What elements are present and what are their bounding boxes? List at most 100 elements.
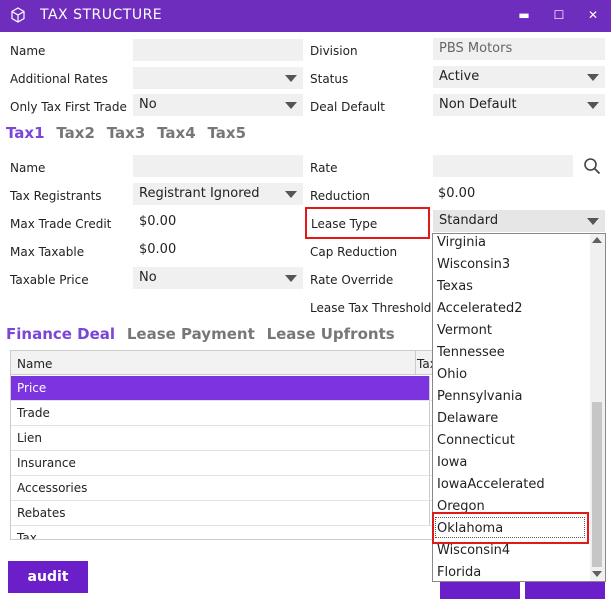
tax-name-label: Name xyxy=(10,161,46,175)
dropdown-option[interactable]: Tennessee xyxy=(437,345,505,360)
chevron-down-icon xyxy=(587,102,599,109)
rate-label: Rate xyxy=(310,161,338,175)
dropdown-option[interactable]: Connecticut xyxy=(437,433,515,448)
dropdown-option[interactable]: Accelerated2 xyxy=(437,301,523,316)
deal-default-label: Deal Default xyxy=(310,100,385,114)
division-value: PBS Motors xyxy=(439,41,513,56)
tax-tabs: Tax1 Tax2 Tax3 Tax4 Tax5 xyxy=(6,124,246,142)
dropdown-option[interactable]: Pennsylvania xyxy=(437,389,522,404)
chevron-down-icon xyxy=(587,74,599,81)
taxable-price-value: No xyxy=(139,270,157,285)
app-cube-icon xyxy=(10,7,26,26)
lease-type-select[interactable]: Standard xyxy=(433,210,605,232)
name-label: Name xyxy=(10,44,46,58)
scroll-down-icon[interactable] xyxy=(592,571,602,577)
tab-finance-deal[interactable]: Finance Deal xyxy=(6,325,115,343)
deal-default-select[interactable]: Non Default xyxy=(433,94,605,116)
tab-lease-payment[interactable]: Lease Payment xyxy=(127,325,255,343)
division-label: Division xyxy=(310,44,358,58)
tab-tax5[interactable]: Tax5 xyxy=(208,124,247,142)
tab-tax3[interactable]: Tax3 xyxy=(107,124,146,142)
table-row[interactable]: Price xyxy=(11,376,439,401)
tab-lease-upfronts[interactable]: Lease Upfronts xyxy=(267,325,395,343)
scroll-up-icon[interactable] xyxy=(592,237,602,243)
row-name: Tax xyxy=(17,531,37,540)
tab-tax1[interactable]: Tax1 xyxy=(6,124,45,142)
chevron-down-icon xyxy=(285,75,297,82)
search-icon[interactable] xyxy=(583,157,601,178)
chevron-down-icon xyxy=(285,275,297,282)
dropdown-option[interactable]: Iowa xyxy=(437,455,467,470)
dropdown-option[interactable]: Wisconsin3 xyxy=(437,257,510,272)
chevron-down-icon xyxy=(587,218,599,225)
row-name: Rebates xyxy=(17,506,66,520)
max-taxable-label: Max Taxable xyxy=(10,245,85,259)
chevron-down-icon xyxy=(285,191,297,198)
close-button[interactable]: ✕ xyxy=(585,6,601,24)
table-row[interactable]: Accessories xyxy=(11,476,439,501)
reduction-value[interactable]: $0.00 xyxy=(438,186,475,201)
dropdown-option[interactable]: Delaware xyxy=(437,411,498,426)
cap-reduction-label: Cap Reduction xyxy=(310,245,398,259)
max-trade-credit-label: Max Trade Credit xyxy=(10,217,112,231)
table-row[interactable]: Trade xyxy=(11,401,439,426)
deal-default-value: Non Default xyxy=(439,97,517,112)
reduction-label: Reduction xyxy=(310,189,370,203)
column-divider xyxy=(415,351,416,375)
dropdown-option[interactable]: Ohio xyxy=(437,367,467,382)
rate-field[interactable] xyxy=(433,155,573,177)
only-first-trade-label: Only Tax First Trade xyxy=(10,100,127,114)
status-label: Status xyxy=(310,72,349,86)
row-name: Trade xyxy=(17,406,50,420)
title-bar: TAX STRUCTURE ▬ ☐ ✕ xyxy=(0,0,611,32)
footer-button[interactable] xyxy=(440,582,520,599)
max-trade-credit-value[interactable]: $0.00 xyxy=(139,214,176,229)
tax-registrants-label: Tax Registrants xyxy=(10,189,102,203)
row-name: Price xyxy=(17,381,47,395)
dropdown-option[interactable]: Virginia xyxy=(437,235,486,250)
taxable-price-label: Taxable Price xyxy=(10,273,89,287)
dropdown-option[interactable]: Vermont xyxy=(437,323,492,338)
tax-registrants-select[interactable]: Registrant Ignored xyxy=(133,183,303,205)
window-title: TAX STRUCTURE xyxy=(40,7,163,23)
dropdown-option[interactable]: Wisconsin4 xyxy=(437,543,510,558)
tab-tax2[interactable]: Tax2 xyxy=(56,124,95,142)
row-name: Lien xyxy=(17,431,43,445)
dropdown-option[interactable]: IowaAccelerated xyxy=(437,477,545,492)
row-name: Insurance xyxy=(17,456,76,470)
lease-type-label: Lease Type xyxy=(311,217,378,231)
tax-items-grid: Name Tax Price Trade Lien Insurance Acce… xyxy=(10,350,440,540)
tab-tax4[interactable]: Tax4 xyxy=(157,124,196,142)
minimize-button[interactable]: ▬ xyxy=(516,6,532,24)
maximize-button[interactable]: ☐ xyxy=(551,6,567,24)
oklahoma-highlight xyxy=(432,512,589,544)
additional-rates-label: Additional Rates xyxy=(10,72,108,86)
only-first-trade-value: No xyxy=(139,97,157,112)
column-header-name[interactable]: Name xyxy=(17,357,52,371)
audit-button[interactable]: audit xyxy=(8,561,88,593)
row-name: Accessories xyxy=(17,481,88,495)
taxable-price-select[interactable]: No xyxy=(133,267,303,289)
division-field[interactable]: PBS Motors xyxy=(433,38,605,60)
lease-type-value: Standard xyxy=(439,213,499,228)
table-row[interactable]: Tax xyxy=(11,526,439,540)
deal-type-tabs: Finance Deal Lease Payment Lease Upfront… xyxy=(6,325,395,343)
only-first-trade-select[interactable]: No xyxy=(133,94,303,116)
additional-rates-select[interactable] xyxy=(133,67,303,89)
tax-name-field[interactable] xyxy=(133,155,303,177)
status-select[interactable]: Active xyxy=(433,66,605,88)
table-row[interactable]: Insurance xyxy=(11,451,439,476)
footer-button[interactable] xyxy=(525,582,605,599)
dropdown-option[interactable]: Texas xyxy=(437,279,473,294)
chevron-down-icon xyxy=(285,102,297,109)
tax-registrants-value: Registrant Ignored xyxy=(139,186,260,201)
dropdown-option[interactable]: Florida xyxy=(437,565,481,580)
max-taxable-value[interactable]: $0.00 xyxy=(139,242,176,257)
lease-tax-threshold-label: Lease Tax Threshold xyxy=(310,301,432,315)
status-value: Active xyxy=(439,69,480,84)
table-row[interactable]: Lien xyxy=(11,426,439,451)
scrollbar-thumb[interactable] xyxy=(592,402,602,567)
table-row[interactable]: Rebates xyxy=(11,501,439,526)
grid-header: Name Tax xyxy=(11,351,439,375)
name-field[interactable] xyxy=(133,39,303,61)
